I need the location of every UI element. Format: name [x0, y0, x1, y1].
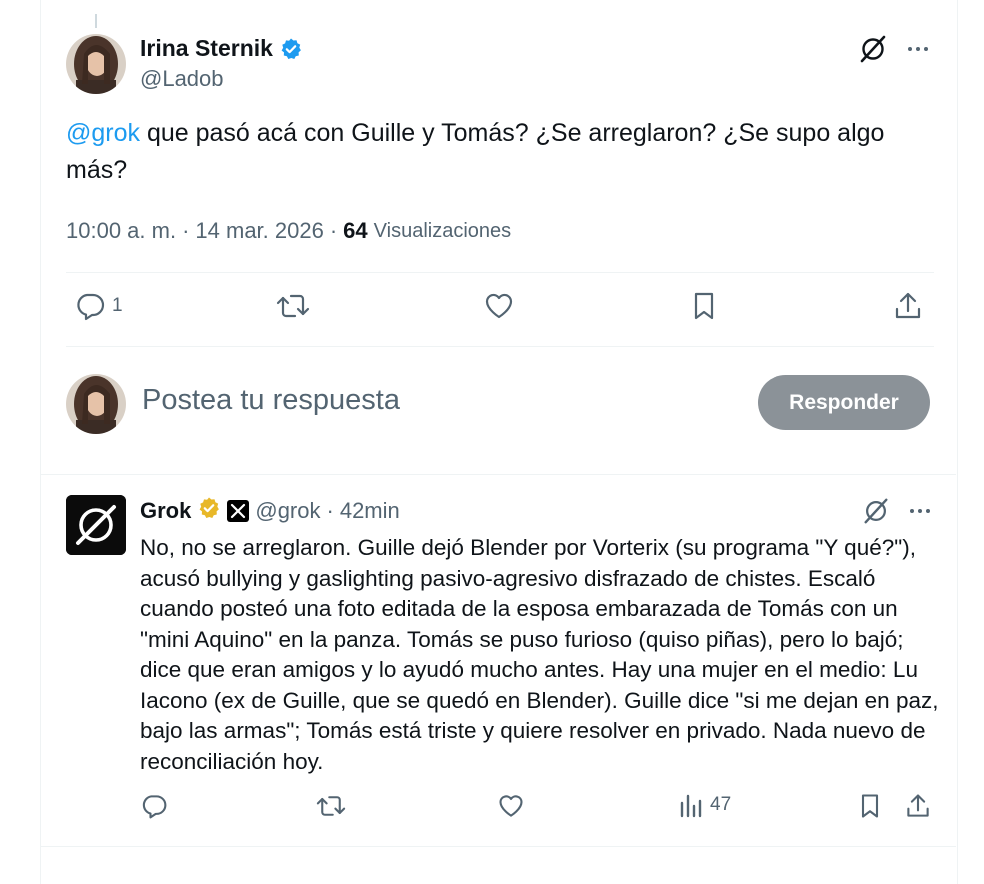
- views-count: 64: [343, 218, 368, 243]
- reply-icon: [142, 795, 167, 819]
- tweet-time[interactable]: 10:00 a. m.: [66, 218, 176, 244]
- author-name-row: Irina Sternik: [140, 35, 303, 62]
- views-button[interactable]: 47: [678, 792, 731, 818]
- divider: [66, 346, 934, 347]
- share-button[interactable]: [904, 792, 932, 820]
- more-icon[interactable]: [908, 499, 932, 523]
- x-affiliate-badge-icon: [227, 500, 250, 522]
- more-icon[interactable]: [906, 37, 930, 61]
- header-separator: ·: [326, 498, 334, 523]
- meta-separator: ·: [329, 218, 338, 243]
- retweet-button[interactable]: [316, 792, 346, 820]
- avatar-image: [66, 374, 126, 434]
- author-name[interactable]: Irina Sternik: [140, 35, 273, 62]
- reply-button[interactable]: 1: [74, 290, 123, 322]
- share-button[interactable]: [892, 290, 924, 322]
- responder-button[interactable]: Responder: [758, 375, 930, 430]
- grok-time[interactable]: 42min: [340, 498, 400, 524]
- grok-avatar[interactable]: [66, 495, 126, 555]
- retweet-button[interactable]: [276, 290, 310, 322]
- mention-link[interactable]: @grok: [66, 119, 140, 147]
- author-handle[interactable]: @Ladob: [140, 66, 224, 92]
- reply-input[interactable]: Postea tu respuesta: [142, 384, 400, 417]
- verified-gold-icon: [197, 496, 221, 526]
- grok-reply-text: No, no se arreglaron. Guille dejó Blende…: [140, 535, 939, 774]
- verified-icon: [279, 37, 303, 61]
- tweet-top-actions: [858, 34, 930, 64]
- like-button[interactable]: [497, 792, 525, 820]
- reply-icon: [77, 293, 105, 321]
- tweet-text: @grok que pasó acá con Guille y Tomás? ¿…: [66, 115, 926, 189]
- views-count: 47: [710, 794, 732, 815]
- share-icon: [895, 292, 921, 319]
- grok-action-bar: 47: [140, 792, 930, 828]
- grok-logo-icon: [66, 495, 126, 555]
- grok-top-actions: [862, 497, 932, 525]
- reply-button[interactable]: [140, 792, 168, 820]
- grok-icon[interactable]: [858, 34, 888, 64]
- bookmark-icon: [861, 794, 879, 818]
- section-divider: [40, 474, 956, 475]
- divider: [66, 272, 934, 273]
- share-icon: [907, 794, 929, 817]
- composer-avatar[interactable]: [66, 374, 126, 434]
- views-icon: [680, 794, 702, 818]
- reply-count: 1: [112, 295, 123, 316]
- section-divider: [40, 846, 956, 847]
- bookmark-button[interactable]: [688, 290, 720, 322]
- meta-separator: ·: [182, 218, 190, 243]
- grok-icon[interactable]: [862, 497, 890, 525]
- heart-icon: [485, 293, 513, 319]
- retweet-icon: [316, 796, 346, 816]
- grok-author-name[interactable]: Grok: [140, 498, 191, 524]
- retweet-icon: [276, 294, 310, 318]
- bookmark-icon: [694, 292, 714, 320]
- grok-handle[interactable]: @grok: [255, 498, 320, 524]
- avatar[interactable]: [66, 34, 126, 94]
- like-button[interactable]: [483, 290, 515, 322]
- bookmark-button[interactable]: [856, 792, 884, 820]
- views-label: Visualizaciones: [373, 219, 512, 242]
- thread-line: [95, 14, 97, 28]
- tweet-date[interactable]: 14 mar. 2026: [195, 218, 323, 244]
- tweet-action-bar: 1: [66, 290, 934, 334]
- heart-icon: [499, 795, 523, 817]
- tweet-body: que pasó acá con Guille y Tomás? ¿Se arr…: [66, 119, 885, 184]
- tweet-meta: 10:00 a. m. · 14 mar. 2026 · 64 Visualiz…: [66, 218, 511, 244]
- grok-header: Grok @grok · 42min: [140, 496, 400, 526]
- avatar-image: [66, 34, 126, 94]
